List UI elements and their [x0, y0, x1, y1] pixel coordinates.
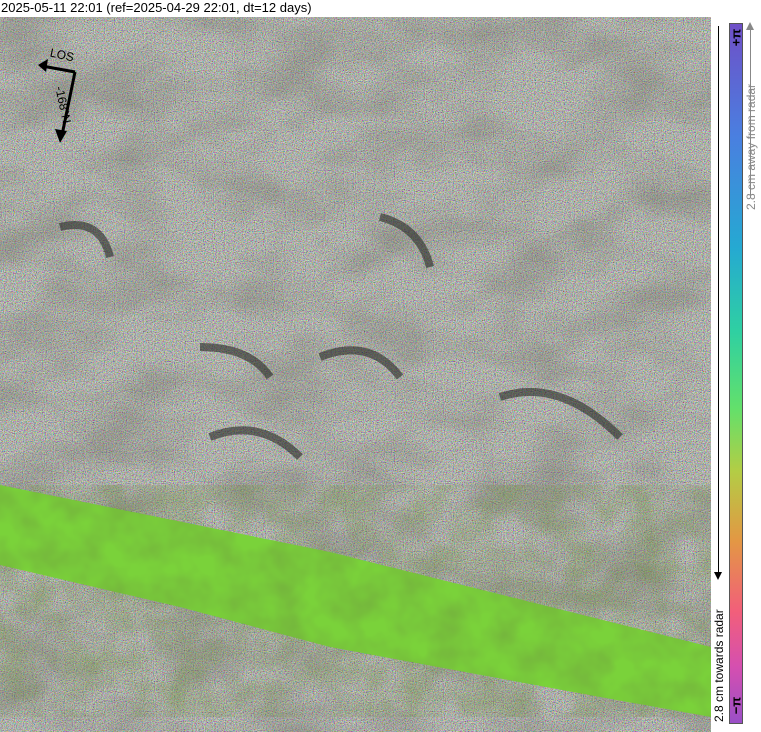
- away-arrow-head-icon: [746, 22, 754, 30]
- towards-arrow-head-icon: [714, 572, 722, 580]
- map-title: 2025-05-11 22:01 (ref=2025-04-29 22:01, …: [1, 0, 312, 15]
- away-from-radar-label: 2.8 cm away from radar: [744, 83, 758, 210]
- towards-arrow: [718, 26, 719, 574]
- interferogram-map[interactable]: LOS -168°N: [0, 17, 711, 732]
- interferogram-image: [0, 17, 711, 732]
- colorbar-max-label: +π: [728, 28, 744, 47]
- towards-radar-label: 2.8 cm towards radar: [712, 609, 726, 722]
- phase-colorbar: [729, 23, 743, 724]
- colorbar-min-label: −π: [728, 696, 744, 715]
